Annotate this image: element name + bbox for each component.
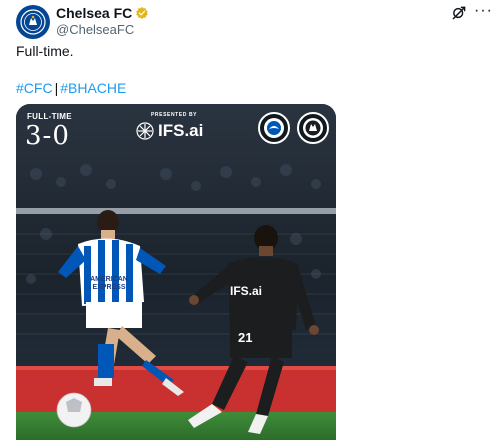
match-score: 3-0 xyxy=(25,121,70,151)
sponsor-logo: IFS.ai xyxy=(136,121,203,141)
ifs-logo-icon xyxy=(136,122,154,140)
more-icon[interactable]: ··· xyxy=(474,2,493,20)
away-shirt-sponsor: IFS.ai xyxy=(230,284,263,298)
handle[interactable]: @ChelseaFC xyxy=(56,22,149,37)
tweet-media-image[interactable]: FULL-TIME 3-0 PRESENTED BY IFS.ai AMERIC… xyxy=(16,104,336,440)
hashtag-list: #CFC | #BHACHE xyxy=(16,80,126,96)
match-status-label: FULL-TIME xyxy=(27,112,72,121)
hashtag-link[interactable]: #CFC xyxy=(16,80,53,96)
chelsea-crest-icon xyxy=(297,112,329,144)
chelsea-crest-icon xyxy=(20,9,46,35)
brighton-crest-icon xyxy=(258,112,290,144)
avatar[interactable] xyxy=(16,5,50,39)
tweet-header: Chelsea FC @ChelseaFC xyxy=(56,5,149,37)
presented-by-label: PRESENTED BY xyxy=(151,112,198,118)
grok-icon[interactable] xyxy=(451,5,467,21)
hashtag-link[interactable]: #BHACHE xyxy=(60,80,126,96)
verified-gold-badge-icon xyxy=(136,6,149,20)
home-shirt-sponsor: AMERICAN EXPRESS xyxy=(90,276,128,291)
match-photo xyxy=(16,104,336,440)
away-shirt-number: 21 xyxy=(238,330,253,345)
home-shirt-number: 22 xyxy=(122,314,136,328)
sponsor-name: IFS.ai xyxy=(158,121,204,140)
display-name[interactable]: Chelsea FC xyxy=(56,5,132,21)
hashtag-separator: | xyxy=(54,80,59,96)
tweet-text: Full-time. xyxy=(16,43,74,59)
